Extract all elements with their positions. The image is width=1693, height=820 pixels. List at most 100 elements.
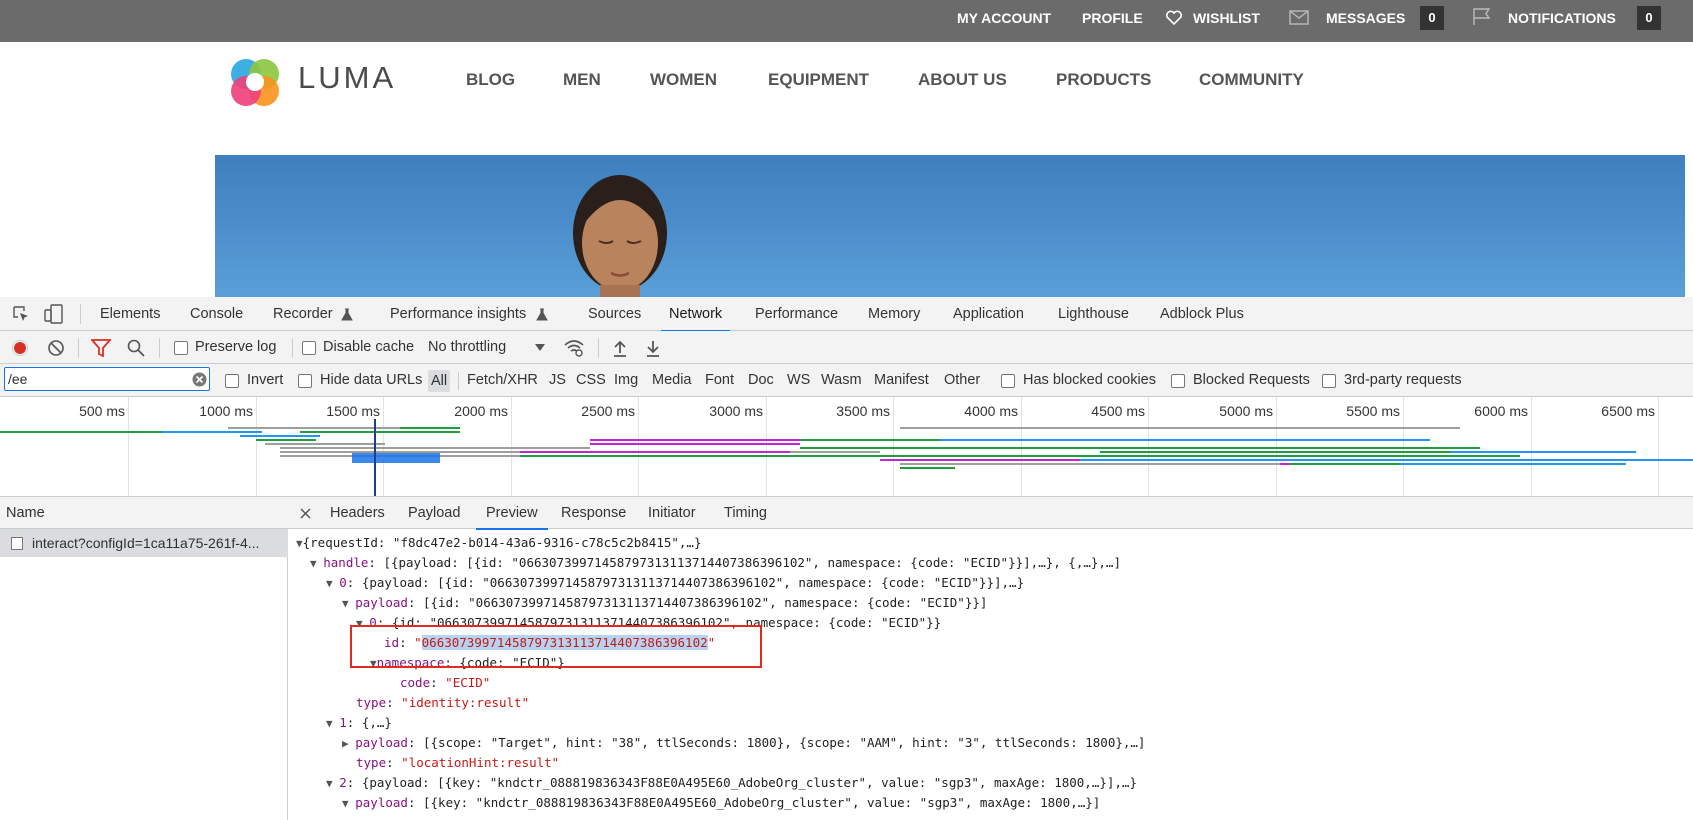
nav-community[interactable]: COMMUNITY [1199, 70, 1304, 90]
filter-type-all[interactable]: All [428, 370, 451, 392]
timeline-bar [1280, 463, 1290, 465]
network-conditions-icon[interactable] [563, 338, 585, 357]
third-party-requests-checkbox[interactable] [1322, 374, 1336, 388]
nav-women[interactable]: WOMEN [650, 70, 717, 90]
tab-performance[interactable]: Performance [755, 297, 838, 331]
tab-payload[interactable]: Payload [408, 497, 460, 529]
luma-logo-icon[interactable] [226, 54, 284, 110]
messages-link[interactable]: MESSAGES [1326, 0, 1405, 42]
clear-icon[interactable] [47, 339, 65, 357]
nav-products[interactable]: PRODUCTS [1056, 70, 1151, 90]
tab-application[interactable]: Application [953, 297, 1024, 331]
tab-timing[interactable]: Timing [724, 497, 767, 529]
timeline-bar [228, 427, 428, 429]
json-node-root[interactable]: ▼{requestId: "f8dc47e2-b014-43a6-9316-c7… [296, 533, 701, 553]
json-node-handle-2[interactable]: ▼ 2: {payload: [{key: "kndctr_0888198363… [326, 773, 1137, 793]
inspect-element-icon[interactable] [12, 305, 30, 323]
hide-data-urls-checkbox[interactable] [298, 374, 312, 388]
tab-elements[interactable]: Elements [100, 297, 160, 331]
blocked-requests-label: Blocked Requests [1193, 372, 1310, 388]
tab-response[interactable]: Response [561, 497, 626, 529]
timeline-tick-label: 1000 ms [199, 403, 253, 419]
filter-type-fetch-xhr[interactable]: Fetch/XHR [467, 372, 538, 388]
filter-type-manifest[interactable]: Manifest [874, 372, 929, 388]
timeline-gridline [766, 397, 767, 496]
clear-filter-icon[interactable] [192, 372, 207, 387]
filter-type-doc[interactable]: Doc [748, 372, 774, 388]
filter-type-ws[interactable]: WS [787, 372, 810, 388]
search-icon[interactable] [127, 339, 145, 357]
invert-checkbox[interactable] [225, 374, 239, 388]
json-node-payload[interactable]: ▼ payload: [{id: "0663073997145879731311… [342, 593, 987, 613]
name-column-header[interactable]: Name [0, 497, 288, 529]
tab-network[interactable]: Network [660, 297, 731, 332]
timeline-tick-label: 2000 ms [454, 403, 508, 419]
json-node-handle[interactable]: ▼ handle: [{payload: [{id: "066307399714… [310, 553, 1121, 573]
record-icon[interactable] [11, 339, 29, 357]
disable-cache-checkbox[interactable] [302, 341, 316, 355]
timeline-tick-label: 6500 ms [1601, 403, 1655, 419]
blocked-requests-checkbox[interactable] [1171, 374, 1185, 388]
tab-headers[interactable]: Headers [330, 497, 385, 529]
timeline-tick-label: 4500 ms [1091, 403, 1145, 419]
wishlist-link[interactable]: WISHLIST [1193, 0, 1260, 42]
nav-men[interactable]: MEN [563, 70, 601, 90]
json-field-code[interactable]: code: "ECID" [400, 673, 490, 693]
filter-icon[interactable] [91, 339, 111, 357]
my-account-link[interactable]: MY ACCOUNT [957, 0, 1051, 42]
filter-type-other[interactable]: Other [944, 372, 980, 388]
filter-type-img[interactable]: Img [614, 372, 638, 388]
json-node-payload[interactable]: ▼ payload: [{key: "kndctr_088819836343F8… [342, 793, 1100, 813]
notifications-count-badge: 0 [1637, 6, 1661, 30]
json-field-type[interactable]: type: "identity:result" [356, 693, 529, 713]
filter-type-font[interactable]: Font [705, 372, 734, 388]
json-node-payload-collapsed[interactable]: ▶ payload: [{scope: "Target", hint: "38"… [342, 733, 1145, 753]
export-har-icon[interactable] [645, 339, 661, 357]
timeline-bar [400, 427, 460, 429]
network-filter-bar: /ee Invert Hide data URLs All Fetch/XHR … [0, 364, 1693, 397]
tab-recorder[interactable]: Recorder [273, 297, 333, 331]
json-node-handle-0[interactable]: ▼ 0: {payload: [{id: "066307399714587973… [326, 573, 1024, 593]
filter-type-media[interactable]: Media [652, 372, 692, 388]
profile-link[interactable]: PROFILE [1082, 0, 1143, 42]
devtools-main-tabbar: Elements Console Recorder Performance in… [0, 297, 1693, 332]
nav-blog[interactable]: BLOG [466, 70, 515, 90]
luma-logo-text[interactable]: LUMA [298, 60, 396, 96]
filter-type-css[interactable]: CSS [576, 372, 606, 388]
expanded-triangle-icon: ▼ [342, 797, 356, 810]
notifications-link[interactable]: NOTIFICATIONS [1508, 0, 1616, 42]
timeline-tick-label: 6000 ms [1474, 403, 1528, 419]
filter-type-js[interactable]: JS [549, 372, 566, 388]
timeline-bar [520, 455, 860, 457]
timeline-bar [940, 439, 1430, 441]
red-annotation-box [350, 625, 762, 668]
json-field-type[interactable]: type: "locationHint:result" [356, 753, 559, 773]
timeline-marker [374, 419, 376, 496]
hide-data-urls-label: Hide data URLs [320, 372, 423, 388]
throttling-select[interactable]: No throttling [428, 339, 506, 355]
tab-console[interactable]: Console [190, 297, 243, 331]
device-toolbar-icon[interactable] [44, 304, 64, 324]
nav-equipment[interactable]: EQUIPMENT [768, 70, 869, 90]
json-node-handle-1[interactable]: ▼ 1: {,…} [326, 713, 392, 733]
preserve-log-checkbox[interactable] [174, 341, 188, 355]
tab-initiator[interactable]: Initiator [648, 497, 696, 529]
tab-lighthouse[interactable]: Lighthouse [1058, 297, 1129, 331]
filter-type-wasm[interactable]: Wasm [821, 372, 862, 388]
tab-memory[interactable]: Memory [868, 297, 920, 331]
request-row[interactable]: interact?configId=1ca11a75-261f-4... [0, 529, 288, 557]
hero-banner-image[interactable] [215, 155, 1685, 297]
filter-input[interactable]: /ee [4, 367, 210, 391]
import-har-icon[interactable] [612, 339, 628, 357]
tab-adblock-plus[interactable]: Adblock Plus [1160, 297, 1244, 331]
tab-preview[interactable]: Preview [476, 497, 548, 530]
tab-performance-insights[interactable]: Performance insights [390, 297, 526, 331]
timeline-bar [1450, 451, 1636, 453]
tab-sources[interactable]: Sources [588, 297, 641, 331]
expanded-triangle-icon: ▼ [296, 537, 303, 550]
has-blocked-cookies-checkbox[interactable] [1001, 374, 1015, 388]
nav-about-us[interactable]: ABOUT US [918, 70, 1007, 90]
network-overview-timeline[interactable]: 500 ms 1000 ms 1500 ms 2000 ms 2500 ms 3… [0, 397, 1693, 497]
close-icon[interactable] [300, 508, 311, 519]
divider [292, 338, 293, 358]
